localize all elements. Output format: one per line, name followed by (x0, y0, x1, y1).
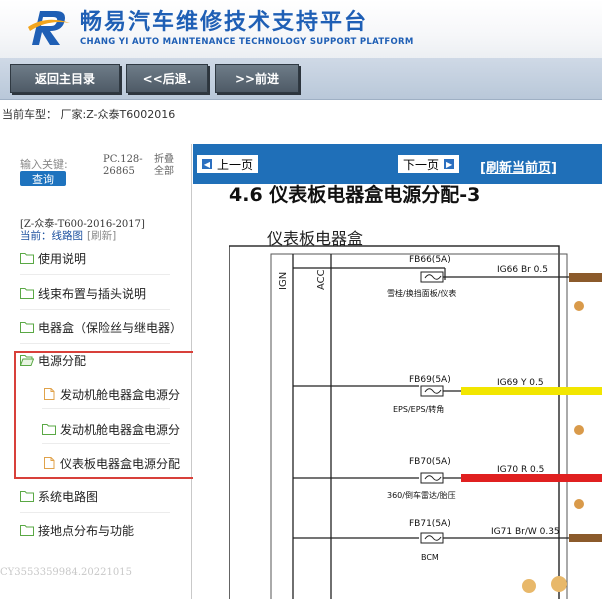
prev-page-button[interactable]: ◀ 上一页 (197, 155, 259, 173)
nav-bar: 返回主目录 <<后退. >>前进 (0, 58, 602, 100)
brand-title: 畅易汽车维修技术支持平台 (80, 10, 369, 35)
folder-open-icon (20, 355, 34, 366)
vehicle-value: 厂家:Z-众泰T6002016 (60, 108, 176, 121)
acc-label: ACC (316, 269, 327, 290)
svg-text:雪桂/换挡面板/仪表: 雪桂/换挡面板/仪表 (387, 288, 456, 298)
forward-button[interactable]: >>前进 (215, 64, 299, 93)
document-title: 4.6 仪表板电器盒电源分配-3 (229, 184, 481, 206)
tree-item-fusebox[interactable]: 电器盒（保险丝与继电器） (20, 317, 182, 337)
fuse-row-fb71: FB71(5A) IG71 Br/W 0.35 BCM (293, 519, 602, 562)
connector-dot (574, 301, 584, 311)
tree-item-engine-box-power-1[interactable]: 发动机舱电器盒电源分 (42, 384, 180, 404)
connector-dot (522, 579, 536, 593)
tree-item-power-distribution[interactable]: 电源分配 (20, 350, 86, 370)
collapse-all-link[interactable]: 折叠 全部 (154, 154, 174, 178)
tree-item-engine-box-power-2[interactable]: 发动机舱电器盒电源分 (42, 419, 180, 439)
folder-icon (20, 253, 34, 264)
fuse-row-fb70: FB70(5A) IG70 R 0.5 360/倒车雷达/胎压 (293, 457, 602, 500)
folder-icon (20, 491, 34, 502)
svg-text:FB70(5A): FB70(5A) (409, 457, 451, 467)
svg-text:IG69 Y 0.5: IG69 Y 0.5 (497, 378, 544, 388)
tree-item-usage[interactable]: 使用说明 (20, 248, 86, 268)
refresh-link[interactable]: [刷新] (87, 230, 116, 242)
watermark: CY3553359984.20221015 (0, 567, 132, 578)
ign-label: IGN (278, 272, 289, 290)
logo-icon (28, 11, 70, 45)
content-pane: ◀ 上一页 下一页 ▶ [刷新当前页] 4.6 仪表板电器盒电源分配-3 仪表板… (193, 144, 602, 599)
document-icon (44, 457, 55, 469)
connector-dot (574, 425, 584, 435)
svg-text:IG70 R 0.5: IG70 R 0.5 (497, 465, 544, 475)
app-header: 畅易汽车维修技术支持平台 CHANG YI AUTO MAINTENANCE T… (0, 0, 602, 58)
back-button[interactable]: <<后退. (126, 64, 208, 93)
next-page-button[interactable]: 下一页 ▶ (398, 155, 460, 173)
vehicle-label: 当前车型： (2, 108, 57, 121)
fusebox-outline (229, 245, 560, 599)
sidebar: 输入关键: 查询 PC.128- 26865 折叠 全部 [Z-众泰-T600-… (0, 144, 192, 599)
svg-text:EPS/EPS/转角: EPS/EPS/转角 (393, 404, 444, 414)
content-toolbar: ◀ 上一页 下一页 ▶ [刷新当前页] (193, 144, 602, 184)
folder-icon (20, 525, 34, 536)
wiring-diagram: 仪表板电器盒 IGN ACC FB66(5A) IG66 Br 0.5 雪桂/换… (229, 222, 602, 599)
connector-dot (574, 499, 584, 509)
pc-code: PC.128- 26865 (103, 154, 143, 177)
fuse-row-fb69: FB69(5A) IG69 Y 0.5 EPS/EPS/转角 (293, 375, 602, 414)
svg-text:IG66 Br 0.5: IG66 Br 0.5 (497, 265, 548, 275)
svg-text:FB69(5A): FB69(5A) (409, 375, 451, 385)
arrow-left-icon: ◀ (202, 159, 212, 169)
folder-icon (42, 424, 56, 435)
tree-item-ground-points[interactable]: 接地点分布与功能 (20, 520, 134, 540)
connector-dot (551, 576, 567, 592)
svg-text:BCM: BCM (421, 553, 439, 562)
refresh-page-link[interactable]: [刷新当前页] (480, 157, 557, 176)
vehicle-info: 当前车型： 厂家:Z-众泰T6002016 (0, 100, 602, 144)
svg-text:IG71 Br/W 0.35: IG71 Br/W 0.35 (491, 527, 560, 537)
svg-text:FB71(5A): FB71(5A) (409, 519, 451, 529)
tree-item-harness[interactable]: 线束布置与插头说明 (20, 283, 146, 303)
inner-box (270, 253, 568, 599)
current-label: 当前：线路图 (20, 230, 83, 242)
fusebox-label: 仪表板电器盒 (267, 229, 363, 248)
document-icon (44, 388, 55, 400)
tree-item-system-circuit[interactable]: 系统电路图 (20, 486, 98, 506)
search-button[interactable]: 查询 (20, 171, 66, 186)
folder-icon (20, 322, 34, 333)
home-button[interactable]: 返回主目录 (10, 64, 120, 93)
brand-subtitle: CHANG YI AUTO MAINTENANCE TECHNOLOGY SUP… (80, 37, 414, 47)
arrow-right-icon: ▶ (444, 159, 455, 169)
wiring-diagram-svg: 仪表板电器盒 IGN ACC FB66(5A) IG66 Br 0.5 雪桂/换… (229, 229, 602, 599)
fuse-row-fb66: FB66(5A) IG66 Br 0.5 雪桂/换挡面板/仪表 (293, 255, 602, 298)
tree-item-dash-box-power[interactable]: 仪表板电器盒电源分配 (42, 453, 180, 473)
svg-text:360/倒车雷达/胎压: 360/倒车雷达/胎压 (387, 490, 456, 500)
current-location: 当前：线路图 [刷新] (20, 228, 116, 243)
folder-icon (20, 288, 34, 299)
svg-text:FB66(5A): FB66(5A) (409, 255, 451, 265)
